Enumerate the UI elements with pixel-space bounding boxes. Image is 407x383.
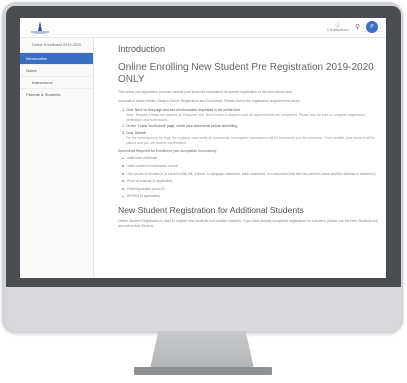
screen: ♧ 0 Notifications ⚲ P Online Enrollment …	[20, 18, 386, 278]
step-item: Click 'Submit'. For the submission to be…	[126, 131, 380, 146]
notifications-label: 0 Notifications	[326, 27, 349, 32]
step-title: Click 'Next' on this page and add all in…	[126, 107, 242, 112]
step-title: Click 'Submit'.	[126, 130, 148, 135]
section-heading-additional-students: New Student Registration for Additional …	[118, 205, 304, 215]
list-item: Proof of custody (if applicable)	[122, 179, 380, 184]
requirements-list: Valid birth certificate Valid student im…	[118, 156, 380, 199]
step-title: On the 'Thank You/Submit' page, check yo…	[126, 124, 239, 129]
notifications-button[interactable]: ♧ 0 Notifications	[327, 22, 349, 33]
top-bar: ♧ 0 Notifications ⚲ P	[20, 18, 386, 38]
intro-note-text: Information about Infinite Campus Online…	[118, 98, 301, 103]
list-item: Two proofs of residence (a current utili…	[122, 172, 380, 177]
avatar[interactable]: P	[366, 21, 378, 33]
list-item: IEP/504 (if applicable)	[122, 194, 380, 199]
steps-list: Click 'Next' on this page and add all in…	[118, 108, 380, 146]
page-title: Introduction	[118, 44, 166, 54]
main-content: Introduction Online Enrolling New Studen…	[118, 38, 380, 278]
section-heading-pre-registration: Online Enrolling New Student Pre Registr…	[118, 62, 374, 85]
step-item: Click 'Next' on this page and add all in…	[126, 108, 380, 123]
sidebar-item-notes[interactable]: Notes	[20, 63, 93, 76]
search-button[interactable]: ⚲	[355, 24, 360, 31]
list-item: Valid student immunization record	[122, 164, 380, 169]
step-detail: Note: 'Required' fields are marked as 'R…	[126, 112, 366, 122]
additional-students-text: Online Student Registration is used to r…	[118, 219, 378, 228]
sidebar: Online Enrollment 2019-2020 Introduction…	[20, 38, 94, 278]
search-icon: ⚲	[354, 23, 360, 31]
list-item: Valid birth certificate	[122, 156, 380, 161]
sidebar-item-introduction[interactable]: Introduction	[20, 51, 93, 64]
sidebar-item-instructions[interactable]: Instructions	[20, 75, 93, 88]
monitor-stand-base	[134, 367, 272, 375]
top-bar-actions: ♧ 0 Notifications ⚲ P	[327, 21, 378, 33]
monitor-chin	[6, 287, 401, 331]
requirements-heading: Documents Required for Enrollment (see A…	[118, 149, 218, 154]
sidebar-item-parents-students[interactable]: Parents & Students	[20, 87, 93, 100]
desktop-monitor-scene: ♧ 0 Notifications ⚲ P Online Enrollment …	[0, 0, 407, 383]
step-item: On the 'Thank You/Submit' page, check yo…	[126, 124, 380, 129]
intro-lead-text: This online pre-registration process col…	[118, 90, 293, 94]
monitor-stand-neck	[150, 331, 254, 369]
school-logo-icon[interactable]	[29, 20, 51, 35]
list-item: Parent/guardian photo ID	[122, 187, 380, 192]
sidebar-header: Online Enrollment 2019-2020	[31, 43, 82, 47]
step-detail: For the submission to be final, the regi…	[126, 135, 376, 145]
